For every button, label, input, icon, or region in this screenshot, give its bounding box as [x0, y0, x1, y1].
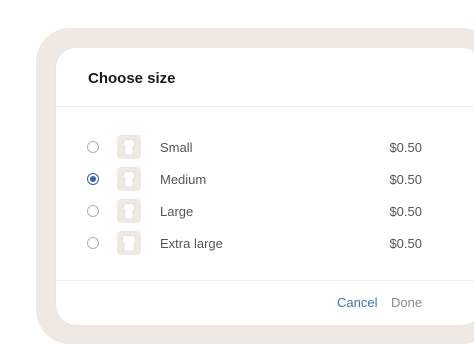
- option-label: Large: [160, 204, 194, 219]
- option-price: $0.50: [389, 172, 422, 187]
- tshirt-thumbnail-icon: [117, 167, 141, 191]
- size-option-extra-large[interactable]: Extra large $0.50: [56, 228, 474, 260]
- radio-button[interactable]: [87, 173, 99, 185]
- tshirt-thumbnail-icon: [117, 231, 141, 255]
- tshirt-thumbnail-icon: [117, 199, 141, 223]
- size-option-small[interactable]: Small $0.50: [56, 132, 474, 164]
- choose-size-dialog: Choose size Small $0.50 Medium $0.50 Lar…: [56, 48, 474, 325]
- tshirt-thumbnail-icon: [117, 135, 141, 159]
- option-price: $0.50: [389, 204, 422, 219]
- option-label: Extra large: [160, 236, 223, 251]
- size-option-large[interactable]: Large $0.50: [56, 196, 474, 228]
- option-label: Medium: [160, 172, 207, 187]
- dialog-header: Choose size: [56, 48, 474, 107]
- radio-button[interactable]: [87, 237, 99, 249]
- option-price: $0.50: [389, 236, 422, 251]
- stage: Choose size Small $0.50 Medium $0.50 Lar…: [0, 0, 474, 352]
- size-options-list: Small $0.50 Medium $0.50 Large $0.50 Ext…: [56, 132, 474, 260]
- cancel-button[interactable]: Cancel: [337, 295, 377, 310]
- dialog-footer: Cancel Done: [56, 280, 474, 326]
- dialog-title: Choose size: [88, 69, 176, 87]
- radio-button[interactable]: [87, 205, 99, 217]
- done-button[interactable]: Done: [391, 295, 422, 310]
- radio-button[interactable]: [87, 141, 99, 153]
- size-option-medium[interactable]: Medium $0.50: [56, 164, 474, 196]
- option-price: $0.50: [389, 140, 422, 155]
- option-label: Small: [160, 140, 193, 155]
